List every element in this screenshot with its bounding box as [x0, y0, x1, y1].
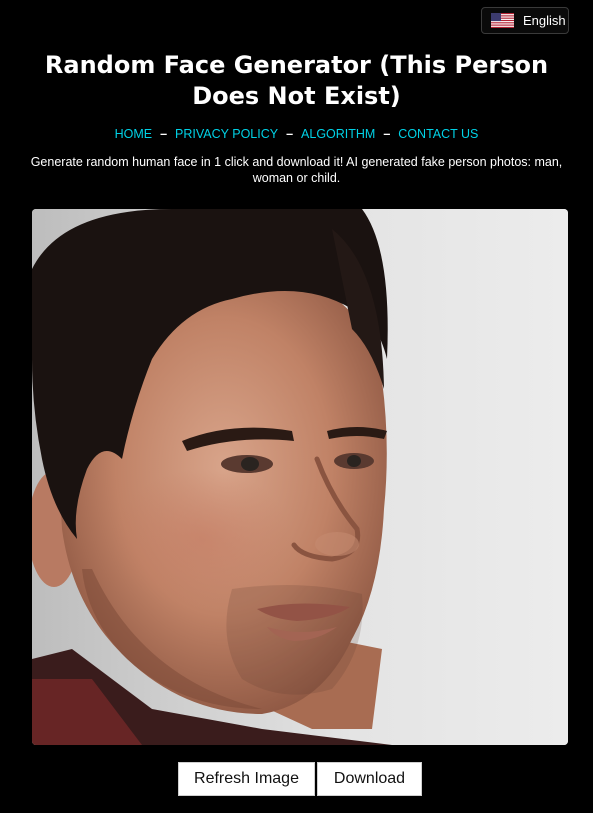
refresh-image-button[interactable]: Refresh Image	[178, 762, 315, 796]
action-buttons: Refresh Image Download	[178, 762, 422, 796]
language-selector[interactable]: English	[481, 7, 569, 34]
nav-link-algorithm[interactable]: ALGORITHM	[301, 127, 375, 141]
face-photo	[32, 209, 568, 745]
language-label: English	[523, 13, 566, 28]
nav-link-contact-us[interactable]: CONTACT US	[398, 127, 478, 141]
page: English Random Face Generator (This Pers…	[0, 0, 593, 813]
download-button[interactable]: Download	[317, 762, 422, 796]
nav-separator: –	[160, 127, 168, 141]
page-title: Random Face Generator (This Person Does …	[44, 51, 549, 110]
nav-separator: –	[383, 127, 391, 141]
generated-face-image	[32, 209, 568, 745]
nav-link-privacy-policy[interactable]: PRIVACY POLICY	[175, 127, 278, 141]
tagline: Generate random human face in 1 click an…	[30, 155, 563, 185]
main-nav: HOME – PRIVACY POLICY – ALGORITHM – CONTACT US	[0, 126, 593, 142]
nav-separator: –	[286, 127, 294, 141]
nav-link-home[interactable]: HOME	[115, 127, 153, 141]
us-flag-icon	[491, 13, 514, 28]
